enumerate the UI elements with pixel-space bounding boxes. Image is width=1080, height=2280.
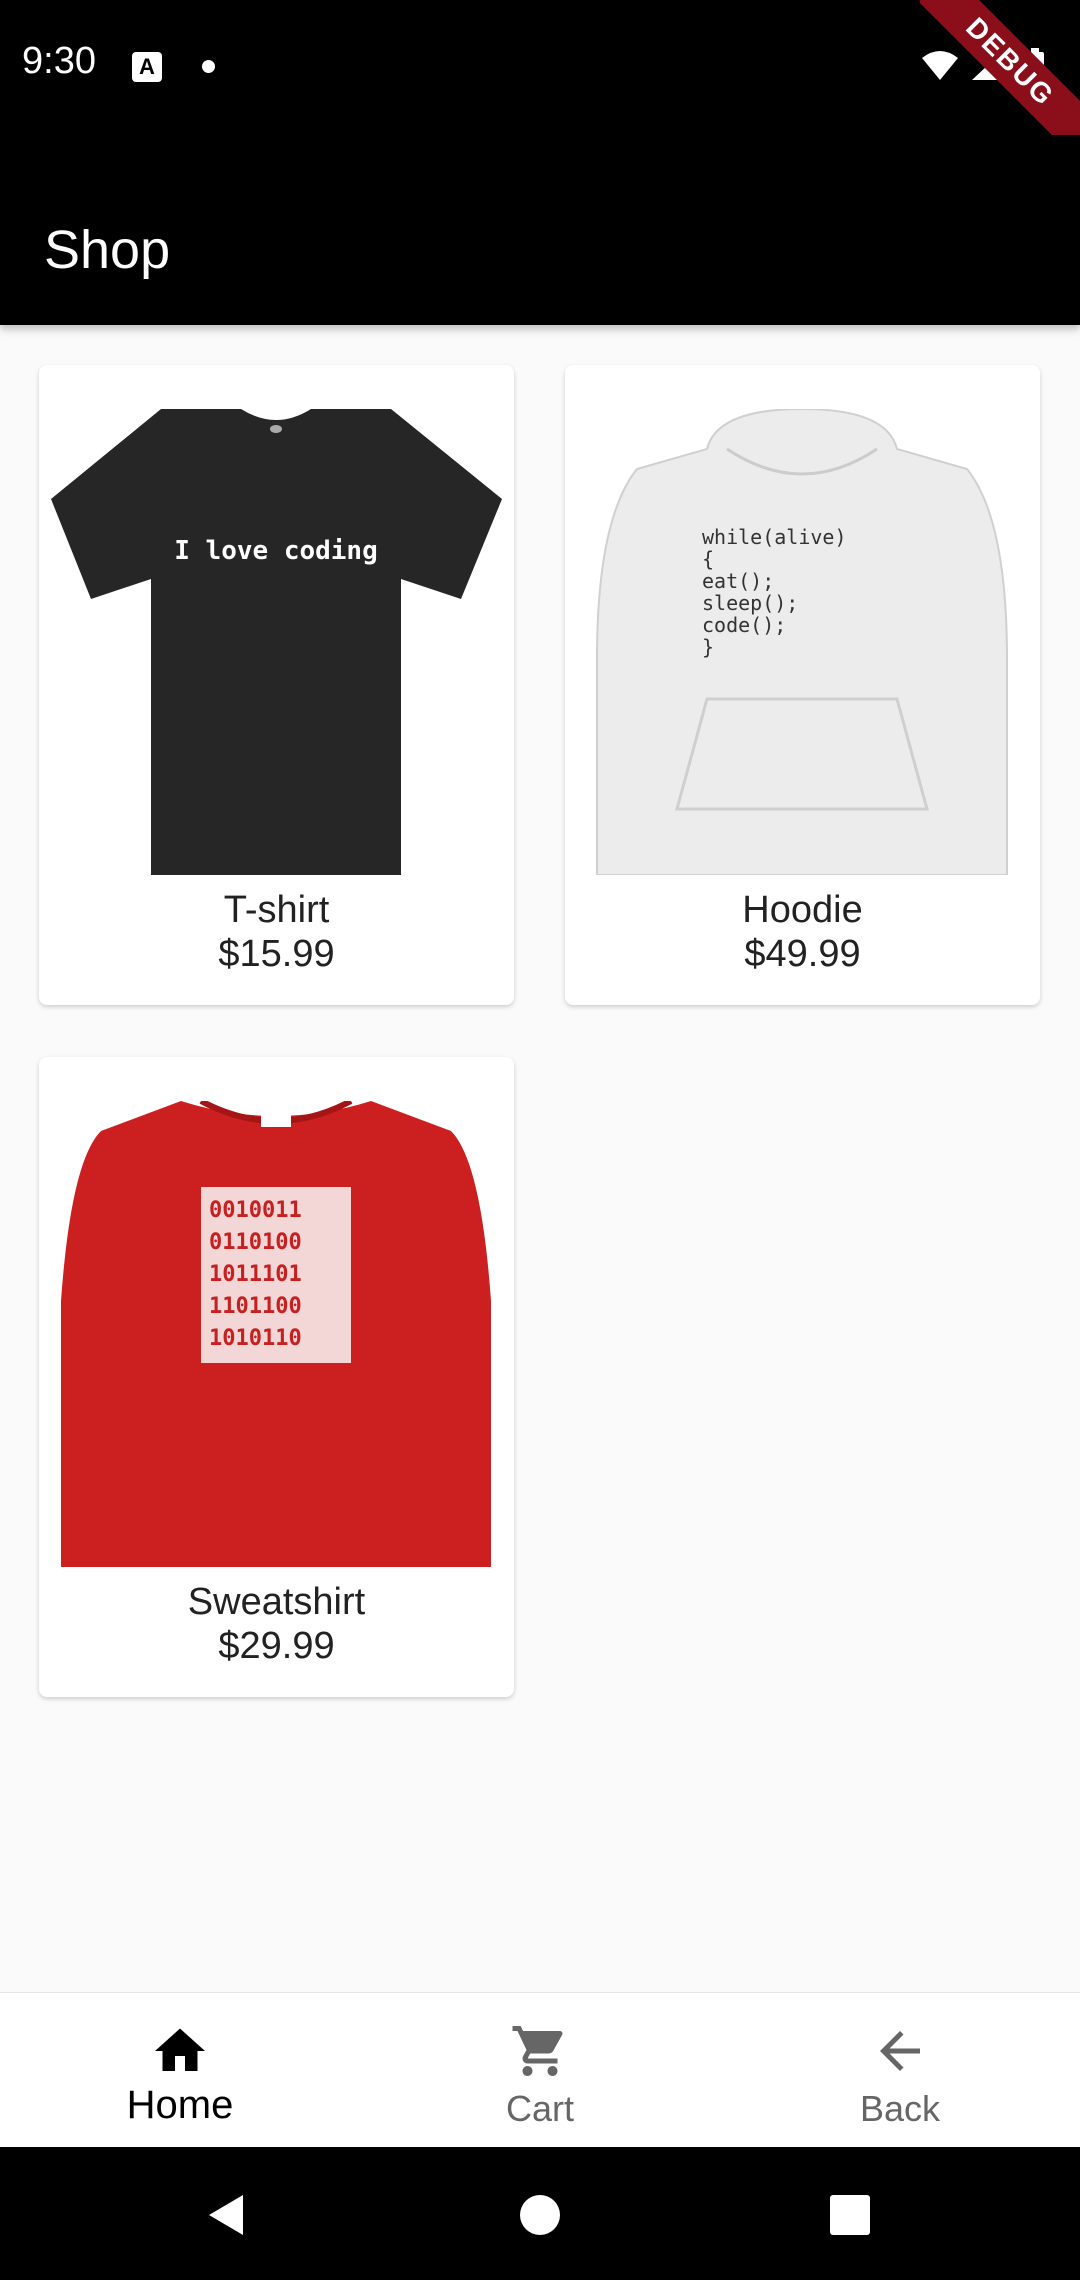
hoodie-code-line: } <box>702 635 714 659</box>
system-back-icon[interactable] <box>205 2193 249 2237</box>
hoodie-code-line: code(); <box>702 613 786 637</box>
sweatshirt-print-line: 1011101 <box>209 1262 302 1287</box>
product-card-sweatshirt[interactable]: 0010011 0110100 1011101 1101100 1010110 … <box>39 1057 514 1697</box>
product-card-hoodie[interactable]: while(alive) { eat(); sleep(); code(); }… <box>565 365 1040 1005</box>
sweatshirt-print-line: 0110100 <box>209 1230 302 1255</box>
nav-back[interactable]: Back <box>720 1993 1080 2148</box>
nav-home[interactable]: Home <box>0 1993 360 2148</box>
cart-icon <box>512 2026 563 2076</box>
sweatshirt-print-line: 1101100 <box>209 1294 302 1319</box>
product-name: Sweatshirt <box>187 1581 366 1623</box>
system-navigation-bar <box>0 2147 1080 2280</box>
sweatshirt-print-line: 0010011 <box>209 1198 302 1223</box>
system-recents-icon[interactable] <box>828 2193 872 2237</box>
keyboard-notification-icon: A <box>132 52 162 82</box>
hoodie-code-line: eat(); <box>702 569 774 593</box>
nav-cart[interactable]: Cart <box>360 1993 720 2148</box>
product-name: T-shirt <box>223 889 330 931</box>
product-card-tshirt[interactable]: I love coding T-shirt $15.99 <box>39 365 514 1005</box>
nav-home-label: Home <box>126 2083 234 2127</box>
sweatshirt-print-line: 1010110 <box>209 1326 302 1351</box>
status-bar: 9:30 A <box>0 0 1080 135</box>
app-bar: Shop <box>0 135 1080 325</box>
product-price: $49.99 <box>744 933 861 975</box>
hoodie-image: while(alive) { eat(); sleep(); code(); } <box>596 409 1008 875</box>
sweatshirt-image: 0010011 0110100 1011101 1101100 1010110 <box>61 1101 491 1567</box>
product-price: $15.99 <box>218 933 335 975</box>
hoodie-code-line: sleep(); <box>702 591 798 615</box>
hoodie-code-line: { <box>702 547 714 571</box>
home-icon <box>155 2028 205 2071</box>
product-name: Hoodie <box>742 889 863 931</box>
tshirt-image: I love coding <box>51 409 502 875</box>
arrow-back-icon <box>880 2031 920 2071</box>
hoodie-code-line: while(alive) <box>702 525 847 549</box>
notification-dot-icon <box>202 60 215 73</box>
status-time: 9:30 <box>22 40 96 82</box>
bottom-navigation: Home Cart Back <box>0 1992 1080 2148</box>
nav-cart-label: Cart <box>505 2088 574 2129</box>
page-title: Shop <box>44 220 171 280</box>
tshirt-print-text: I love coding <box>174 536 378 566</box>
nav-back-label: Back <box>859 2088 941 2129</box>
system-home-icon[interactable] <box>518 2193 562 2237</box>
product-price: $29.99 <box>218 1625 335 1667</box>
